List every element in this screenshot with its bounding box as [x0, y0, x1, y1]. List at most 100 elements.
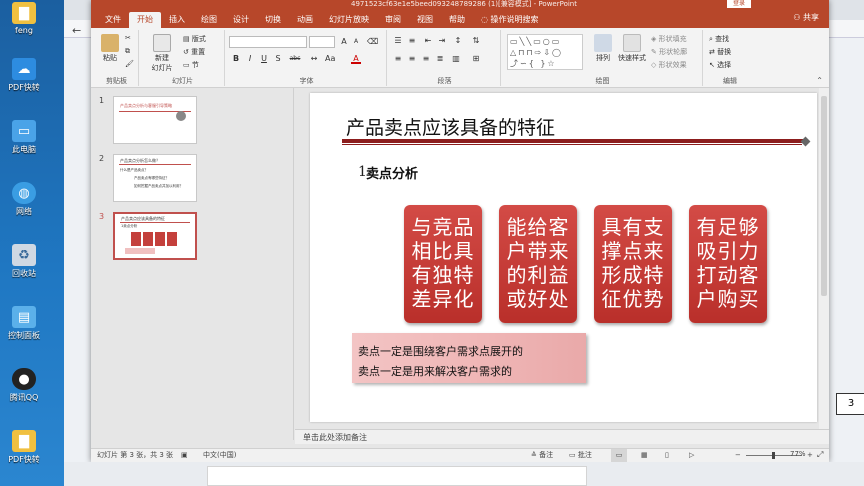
smartart-icon[interactable]: ⊞: [471, 54, 481, 64]
tab-review[interactable]: 审阅: [377, 12, 409, 28]
arrange-button[interactable]: 排列: [593, 34, 613, 63]
char-spacing-icon[interactable]: ↔: [309, 54, 319, 64]
zoom-in-button[interactable]: +: [807, 449, 813, 462]
desktop-icon-control-panel[interactable]: ▤ 控制面板: [4, 306, 44, 341]
feature-card-1[interactable]: 与竞品 相比具 有独特 差异化: [404, 205, 482, 323]
tab-home[interactable]: 开始: [129, 12, 161, 28]
section-button[interactable]: ▭ 节: [183, 60, 199, 70]
select-button[interactable]: ↖ 选择: [709, 60, 731, 70]
shape-effects-button[interactable]: ◇ 形状效果: [651, 60, 687, 70]
desktop-icon-pdf-folder[interactable]: ▇ PDF快转: [4, 430, 44, 465]
collapse-ribbon-icon[interactable]: ⌃: [816, 76, 823, 85]
feature-card-3[interactable]: 具有支 撑点来 形成特 征优势: [594, 205, 672, 323]
slide-sorter-icon[interactable]: ▦: [641, 449, 648, 462]
underline-button[interactable]: U: [259, 54, 269, 64]
increase-indent-icon[interactable]: ⇥: [437, 36, 447, 46]
share-button[interactable]: ⚇ 共享: [793, 12, 819, 23]
reading-view-icon[interactable]: ▯: [665, 449, 669, 462]
slide-subtitle[interactable]: 卖点分析: [366, 163, 418, 182]
tab-view[interactable]: 视图: [409, 12, 441, 28]
tab-draw[interactable]: 绘图: [193, 12, 225, 28]
tab-file[interactable]: 文件: [97, 12, 129, 28]
align-center-icon[interactable]: ≡: [407, 54, 417, 64]
tab-transitions[interactable]: 切换: [257, 12, 289, 28]
find-button[interactable]: ⌕ 查找: [709, 34, 729, 44]
reset-button[interactable]: ↺ 重置: [183, 47, 205, 57]
columns-icon[interactable]: ▥: [451, 54, 461, 64]
paste-button[interactable]: 粘贴: [99, 34, 121, 63]
line-spacing-icon[interactable]: ↕: [453, 36, 463, 46]
slide-editing-area: 产品卖点应该具备的特征 1 卖点分析 与竞品 相比具 有独特 差异化 能给客 户…: [295, 88, 864, 429]
desktop-icon-recycle-bin[interactable]: ♻ 回收站: [4, 244, 44, 279]
tab-animations[interactable]: 动画: [289, 12, 321, 28]
font-color-button[interactable]: A: [351, 54, 361, 64]
language-indicator[interactable]: 中文(中国): [203, 449, 236, 462]
new-slide-button[interactable]: 新建 幻灯片: [145, 34, 179, 73]
note-box[interactable]: 卖点一定是围绕客户需求点展开的 卖点一定是用来解决客户需求的: [352, 333, 586, 383]
desktop-icon-qq[interactable]: ● 腾讯QQ: [4, 368, 44, 403]
quick-styles-button[interactable]: 快速样式: [615, 34, 649, 63]
zoom-slider-knob[interactable]: [772, 452, 775, 459]
feature-card-4[interactable]: 有足够 吸引力 打动客 户购买: [689, 205, 767, 323]
vertical-scrollbar[interactable]: [819, 88, 829, 429]
font-size-combo[interactable]: [309, 36, 335, 48]
user-folder-icon[interactable]: ▇ feng: [4, 2, 44, 35]
italic-button[interactable]: I: [245, 54, 255, 64]
tab-design[interactable]: 设计: [225, 12, 257, 28]
zoom-level[interactable]: 77%: [790, 450, 806, 458]
notes-toggle[interactable]: ≙ 备注: [531, 449, 553, 462]
tell-me-search[interactable]: ◌ 操作说明搜索: [473, 12, 547, 28]
shape-outline-button[interactable]: ✎ 形状轮廓: [651, 47, 687, 57]
slide-title[interactable]: 产品卖点应该具备的特征: [346, 113, 555, 140]
format-painter-icon[interactable]: 🖌: [125, 60, 134, 68]
slide-thumbnail-1[interactable]: 产品卖点分析与客服引导策略: [113, 96, 197, 144]
copy-icon[interactable]: ⧉: [125, 47, 130, 56]
align-right-icon[interactable]: ≡: [421, 54, 431, 64]
change-case-icon[interactable]: Aa: [325, 54, 335, 64]
tab-slideshow[interactable]: 幻灯片放映: [321, 12, 377, 28]
replace-label: 替换: [717, 48, 732, 56]
tab-help[interactable]: 帮助: [441, 12, 473, 28]
decrease-font-button[interactable]: A: [351, 37, 361, 47]
slide-thumbnail-3[interactable]: 产品卖点应该具备的特征 1卖点分析: [113, 212, 197, 260]
clear-format-icon[interactable]: ⌫: [367, 37, 378, 47]
numbering-icon[interactable]: ≡: [407, 36, 417, 46]
feature-card-2[interactable]: 能给客 户带来 的利益 或好处: [499, 205, 577, 323]
notes-pane[interactable]: 单击此处添加备注: [295, 429, 829, 444]
thumbnail-card: [155, 232, 165, 246]
bold-button[interactable]: B: [231, 54, 241, 64]
desktop-icon-pdf[interactable]: ☁ PDF快转: [4, 58, 44, 93]
desktop-icon-network[interactable]: ◍ 网络: [4, 182, 44, 217]
shapes-gallery[interactable]: ▭╲╲▭○▭ △⊓⊓⇨⇩◯ ⤴∽{ }☆: [507, 34, 583, 70]
scrollbar-thumb[interactable]: [821, 96, 827, 296]
comments-toggle[interactable]: ▭ 批注: [569, 449, 592, 462]
fit-slide-icon[interactable]: ⤢: [817, 450, 823, 460]
reset-icon: ↺: [183, 48, 192, 56]
bullets-icon[interactable]: ☰: [393, 36, 403, 46]
spellcheck-icon[interactable]: ▣: [181, 449, 188, 462]
slideshow-icon[interactable]: ▷: [689, 449, 694, 462]
justify-icon[interactable]: ≣: [435, 54, 445, 64]
shadow-button[interactable]: S: [273, 54, 283, 64]
reset-label: 重置: [191, 48, 206, 56]
group-drawing: ▭╲╲▭○▭ △⊓⊓⇨⇩◯ ⤴∽{ }☆ 排列 快速样式 ◈ 形状填充 ✎ 形状轮廓…: [503, 30, 703, 86]
tab-insert[interactable]: 插入: [161, 12, 193, 28]
align-left-icon[interactable]: ≡: [393, 54, 403, 64]
slide-canvas[interactable]: 产品卖点应该具备的特征 1 卖点分析 与竞品 相比具 有独特 差异化 能给客 户…: [310, 93, 864, 422]
font-name-combo[interactable]: [229, 36, 307, 48]
normal-view-icon[interactable]: ▭: [611, 449, 627, 462]
decrease-indent-icon[interactable]: ⇤: [423, 36, 433, 46]
desktop-icon-this-pc[interactable]: ▭ 此电脑: [4, 120, 44, 155]
zoom-out-button[interactable]: −: [735, 449, 741, 462]
slide-thumbnail-2[interactable]: 产品卖点分析怎么做？ 什么是产品卖点？ 产品卖点有哪些特征？ 如何挖掘产品卖点并…: [113, 154, 197, 202]
increase-font-button[interactable]: A: [339, 37, 349, 47]
back-arrow-icon[interactable]: ←: [72, 24, 81, 37]
replace-button[interactable]: ⇄ 替换: [709, 47, 731, 57]
section-icon: ▭: [183, 61, 192, 69]
layout-button[interactable]: ▤ 版式: [183, 34, 206, 44]
text-direction-icon[interactable]: ⇅: [471, 36, 481, 46]
login-button[interactable]: 登录: [726, 0, 751, 8]
cut-icon[interactable]: ✂: [125, 34, 131, 42]
shape-fill-button[interactable]: ◈ 形状填充: [651, 34, 687, 44]
strikethrough-button[interactable]: abc: [287, 54, 303, 64]
